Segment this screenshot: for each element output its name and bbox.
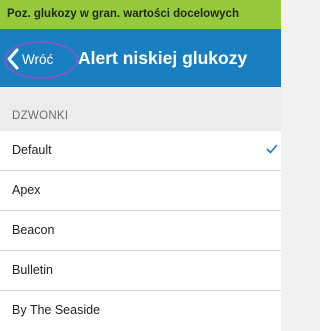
ringtone-item-bulletin[interactable]: Bulletin xyxy=(0,251,281,291)
ringtone-item-default[interactable]: Default xyxy=(0,131,281,171)
back-button[interactable]: Wróć xyxy=(6,40,53,78)
section-label: DZWONKI xyxy=(12,110,69,122)
section-header: DZWONKI xyxy=(0,87,281,131)
ringtone-label: By The Seaside xyxy=(12,303,101,317)
checkmark-icon xyxy=(266,143,278,155)
ringtone-label: Bulletin xyxy=(12,263,53,277)
page-title: Alert niskiej glukozy xyxy=(78,48,248,68)
glucose-status-banner: Poz. glukozy w gran. wartości docelowych xyxy=(0,0,281,29)
ringtone-list: Default Apex Beacon Bulletin By The Seas… xyxy=(0,131,281,331)
ringtone-item-by-the-seaside[interactable]: By The Seaside xyxy=(0,291,281,331)
chevron-left-icon xyxy=(6,48,20,70)
ringtone-label: Default xyxy=(12,143,52,157)
ringtone-label: Beacon xyxy=(12,223,55,237)
back-label: Wróć xyxy=(22,51,54,67)
ringtone-item-beacon[interactable]: Beacon xyxy=(0,211,281,251)
ringtone-label: Apex xyxy=(12,183,41,197)
ringtone-item-apex[interactable]: Apex xyxy=(0,171,281,211)
navigation-bar: Wróć Alert niskiej glukozy xyxy=(0,29,281,87)
